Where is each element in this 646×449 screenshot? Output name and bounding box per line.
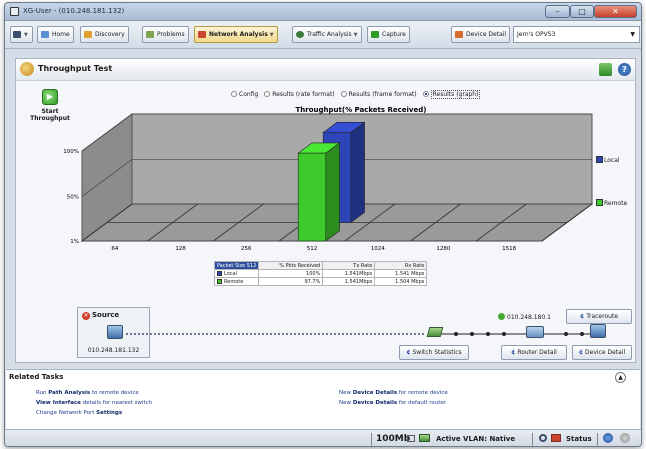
chevron-down-icon: ▼ xyxy=(630,31,635,38)
router-icon[interactable] xyxy=(526,326,544,338)
router-detail-button[interactable]: ¢ Router Detail xyxy=(501,345,567,360)
capture-button[interactable]: Capture xyxy=(367,26,410,43)
task-router-device-details[interactable]: New Device Details for default router xyxy=(339,400,446,406)
divider xyxy=(371,433,372,446)
path-node xyxy=(580,332,584,336)
throughput-panel: ▶ Start Throughput Config Results (rate f… xyxy=(15,80,636,363)
network-analysis-tab[interactable]: Network Analysis ▼ xyxy=(194,26,278,43)
network-analysis-icon xyxy=(198,31,206,38)
help-icon[interactable]: ? xyxy=(618,63,631,76)
problems-icon xyxy=(146,31,154,38)
maximize-button[interactable]: □ xyxy=(570,5,594,18)
panel-title: Throughput Test xyxy=(38,64,113,73)
menu-icon xyxy=(13,31,21,38)
chevron-down-icon: ▼ xyxy=(269,32,274,38)
title-bar: XG-User - (010.248.181.132) – □ ✕ xyxy=(5,3,641,21)
device-detail-toolbar-button[interactable]: Device Detail xyxy=(451,26,511,43)
arrow-icon: ¢ xyxy=(580,313,585,320)
path-node xyxy=(454,332,458,336)
path-node xyxy=(502,332,506,336)
device-detail-icon xyxy=(455,31,463,38)
device-select[interactable]: Jern's OPVS3 ▼ xyxy=(513,26,640,43)
app-menu-button[interactable]: ▼ xyxy=(10,26,33,43)
dest-ip-label: 010.248.180.1 xyxy=(498,313,551,321)
stop-icon[interactable] xyxy=(620,433,632,446)
traceroute-button[interactable]: ¢ Traceroute xyxy=(566,309,632,324)
task-remote-device-details[interactable]: New Device Details for remote device xyxy=(339,390,448,396)
arrow-icon: ¢ xyxy=(511,349,516,356)
switch-status-icon xyxy=(419,433,433,446)
link-speed: 100Mb xyxy=(376,434,411,444)
back-icon[interactable] xyxy=(603,433,615,446)
active-vlan[interactable]: Active VLAN: Native xyxy=(436,433,515,446)
task-change-port-settings[interactable]: Change Network Port Settings xyxy=(36,410,122,416)
arrow-icon: ¢ xyxy=(406,349,411,356)
discovery-icon xyxy=(84,31,92,38)
divider xyxy=(532,433,533,446)
app-window: XG-User - (010.248.181.132) – □ ✕ ▼ Home… xyxy=(4,2,642,447)
divider xyxy=(597,433,598,446)
capture-icon xyxy=(371,31,379,38)
chevron-down-icon: ▼ xyxy=(353,32,358,38)
window-title: XG-User - (010.248.181.132) xyxy=(23,7,125,15)
device-detail-button[interactable]: ¢ Device Detail xyxy=(572,345,632,360)
related-tasks-title: Related Tasks xyxy=(9,373,64,381)
close-button[interactable]: ✕ xyxy=(594,5,637,18)
path-node xyxy=(486,332,490,336)
switch-icon[interactable] xyxy=(426,327,444,337)
related-tasks: Related Tasks ▲ Run Path Analysis to rem… xyxy=(6,369,640,429)
task-path-analysis[interactable]: Run Path Analysis to remote device xyxy=(36,390,139,396)
throughput-icon xyxy=(20,62,34,76)
panel-header: Throughput Test ? xyxy=(15,58,636,80)
export-icon[interactable] xyxy=(599,63,612,76)
home-icon xyxy=(41,31,49,38)
discovery-button[interactable]: Discovery xyxy=(80,26,129,43)
status-ok-icon xyxy=(498,313,505,320)
status-icon xyxy=(551,433,563,446)
device-icon[interactable] xyxy=(590,324,606,338)
status-bar: 100Mb Active VLAN: Native Status xyxy=(5,429,641,446)
traffic-analysis-icon xyxy=(296,31,304,38)
path-node xyxy=(470,332,474,336)
path-node xyxy=(564,332,568,336)
switch-statistics-button[interactable]: ¢ Switch Statistics xyxy=(399,345,469,360)
status-label[interactable]: Status xyxy=(566,433,592,446)
problems-button[interactable]: Problems xyxy=(142,26,189,43)
minimize-button[interactable]: – xyxy=(545,5,570,18)
settings-icon[interactable] xyxy=(539,433,549,446)
main-toolbar: ▼ Home Discovery Problems Network Analys… xyxy=(5,21,641,49)
collapse-icon[interactable]: ▲ xyxy=(615,372,626,383)
traffic-analysis-tab[interactable]: Traffic Analysis ▼ xyxy=(292,26,362,43)
chevron-down-icon: ▼ xyxy=(24,32,28,38)
path-line xyxy=(126,332,596,336)
ethernet-icon xyxy=(407,433,417,446)
task-view-interface[interactable]: View Interface details for nearest switc… xyxy=(36,400,152,406)
home-button[interactable]: Home xyxy=(37,26,74,43)
arrow-icon: ¢ xyxy=(578,349,584,356)
app-icon xyxy=(10,7,19,16)
